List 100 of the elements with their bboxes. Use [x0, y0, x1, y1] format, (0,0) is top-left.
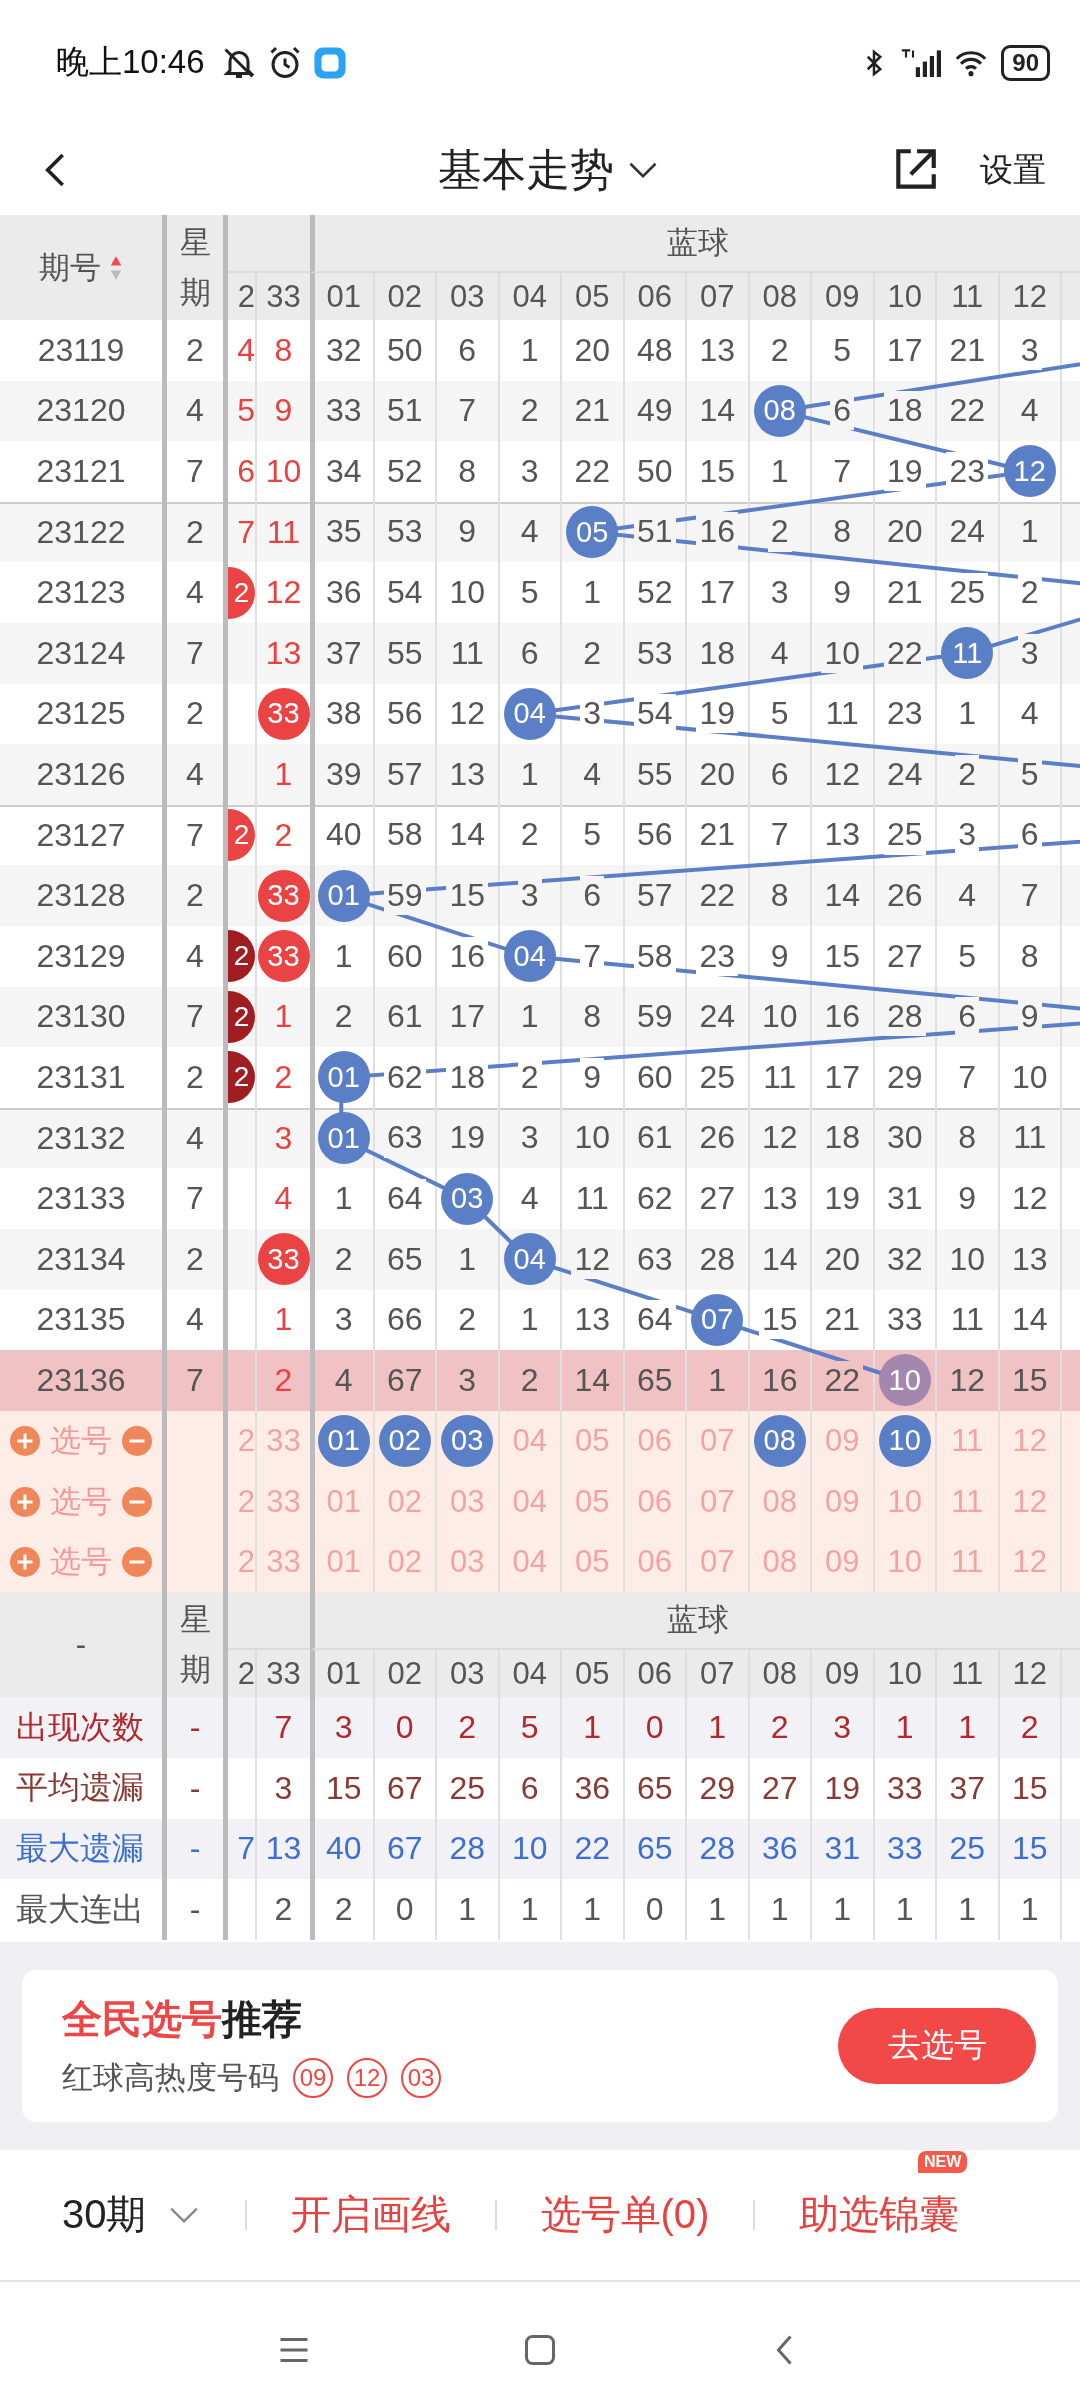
pick-number[interactable]: 09: [825, 1423, 860, 1459]
pick-number[interactable]: 04: [512, 1483, 547, 1520]
stat-cell: 1: [997, 1879, 1060, 1940]
add-icon[interactable]: [10, 1486, 40, 1517]
number-cell: 12: [265, 574, 302, 612]
number-cell: 1: [274, 1301, 293, 1339]
pick-number[interactable]: 06: [637, 1483, 672, 1520]
add-icon[interactable]: [10, 1547, 40, 1578]
pick-number[interactable]: 06: [637, 1423, 672, 1459]
number-cell: 33: [257, 687, 310, 740]
pick-number[interactable]: 03: [450, 1544, 485, 1581]
number-cell: 03: [441, 1172, 494, 1225]
issue-cell-text: 23136: [35, 1360, 127, 1400]
pick-number[interactable]: 11: [951, 1423, 984, 1459]
draw-line-button[interactable]: 开启画线: [290, 2187, 451, 2243]
pick-number[interactable]: 12: [1012, 1544, 1047, 1581]
issue-header[interactable]: 期号: [0, 215, 162, 320]
number-cell: 08: [753, 384, 806, 437]
number-cell: 1: [274, 998, 293, 1036]
pick-number[interactable]: 04: [512, 1544, 547, 1581]
stat-cell: 1: [747, 1879, 810, 1940]
number-cell: 33: [257, 930, 310, 983]
stat-cell: 1: [810, 1879, 873, 1940]
pick-number[interactable]: 01: [326, 1544, 361, 1581]
pick-number[interactable]: 07: [700, 1423, 735, 1459]
stat-label: 最大连出: [15, 1889, 145, 1929]
pick-number[interactable]: 05: [575, 1423, 610, 1459]
add-icon[interactable]: [10, 1426, 40, 1456]
column-header: 2: [236, 1654, 255, 1693]
pick-number[interactable]: 08: [762, 1483, 797, 1520]
stat-cell: 1: [935, 1879, 998, 1940]
pick-number[interactable]: 2: [237, 1423, 255, 1459]
number-cell: 2: [274, 1058, 293, 1096]
stat-label: 出现次数: [15, 1707, 145, 1747]
tips-button[interactable]: 助选锦囊: [799, 2187, 960, 2243]
number-cell: 07: [691, 1293, 744, 1346]
number-cell: 04: [503, 930, 556, 983]
number-cell: 12: [1003, 445, 1056, 498]
pick-number[interactable]: 09: [825, 1483, 860, 1520]
pick-number[interactable]: 01: [326, 1483, 361, 1520]
remove-icon[interactable]: [122, 1486, 152, 1517]
remove-icon[interactable]: [122, 1547, 152, 1578]
number-cell: 01: [317, 1051, 370, 1104]
number-cell: 33: [257, 1233, 310, 1286]
number-cell: 2: [228, 566, 255, 619]
pick-label: 选号: [50, 1482, 112, 1521]
status-time: 晚上10:46: [56, 42, 205, 82]
pick-number[interactable]: 03: [441, 1415, 494, 1467]
pick-list-button[interactable]: 选号单(0): [540, 2187, 710, 2243]
title-dropdown[interactable]: 基本走势: [206, 139, 890, 201]
pick-number[interactable]: 09: [825, 1544, 860, 1581]
column-header: 2: [236, 277, 255, 316]
pick-number[interactable]: 10: [887, 1544, 922, 1581]
group-header: 蓝球: [310, 215, 1080, 273]
pick-number[interactable]: 08: [762, 1544, 797, 1581]
pick-number[interactable]: 06: [637, 1544, 672, 1581]
number-cell: 6: [237, 453, 255, 490]
pick-number[interactable]: 04: [512, 1423, 547, 1459]
pick-number[interactable]: 02: [378, 1415, 431, 1467]
pick-number[interactable]: 33: [266, 1483, 301, 1520]
pick-number[interactable]: 11: [951, 1483, 984, 1520]
number-cell: 2: [274, 816, 293, 854]
settings-link[interactable]: 设置: [980, 147, 1046, 193]
number-cell: 2: [274, 1361, 293, 1399]
period-dropdown[interactable]: 30期: [62, 2187, 201, 2243]
stat-cell: 2: [255, 1879, 310, 1940]
pick-number[interactable]: 02: [387, 1483, 422, 1520]
issue-cell-text: 23120: [35, 391, 127, 431]
number-cell: 01: [317, 1112, 370, 1164]
issue-cell-text: 23130: [35, 997, 127, 1037]
pick-number[interactable]: 01: [317, 1415, 370, 1467]
hot-number: 09: [293, 2058, 333, 2099]
pick-number[interactable]: 12: [1012, 1423, 1047, 1459]
pick-number[interactable]: 07: [700, 1483, 735, 1520]
corner-header: -: [74, 1625, 88, 1664]
pick-number[interactable]: 11: [951, 1544, 984, 1581]
pick-number[interactable]: 2: [237, 1483, 255, 1520]
pick-number[interactable]: 33: [266, 1544, 301, 1581]
remove-icon[interactable]: [122, 1426, 152, 1456]
pick-number[interactable]: 10: [878, 1415, 931, 1467]
pick-number[interactable]: 12: [1012, 1483, 1047, 1520]
pick-number[interactable]: 02: [387, 1544, 422, 1581]
pick-number[interactable]: 08: [753, 1415, 806, 1467]
stat-cell: 1: [560, 1879, 623, 1940]
number-cell: 8: [274, 331, 293, 369]
pick-number[interactable]: 05: [575, 1483, 610, 1520]
go-pick-button[interactable]: 去选号: [838, 2007, 1036, 2084]
pick-number[interactable]: 07: [700, 1544, 735, 1581]
pick-number[interactable]: 10: [887, 1483, 922, 1520]
app-icon: [312, 45, 347, 80]
pick-number[interactable]: 2: [237, 1544, 255, 1581]
pick-number[interactable]: 03: [450, 1483, 485, 1520]
pick-number[interactable]: 33: [266, 1423, 301, 1459]
stat-cell: 1: [685, 1879, 748, 1940]
number-cell: 5: [237, 392, 255, 430]
new-badge: NEW: [918, 2151, 968, 2174]
issue-cell-text: 23135: [35, 1300, 127, 1340]
issue-cell-text: 23132: [35, 1118, 127, 1158]
pick-number[interactable]: 05: [575, 1544, 610, 1581]
stat-cell: 7: [237, 1830, 255, 1868]
